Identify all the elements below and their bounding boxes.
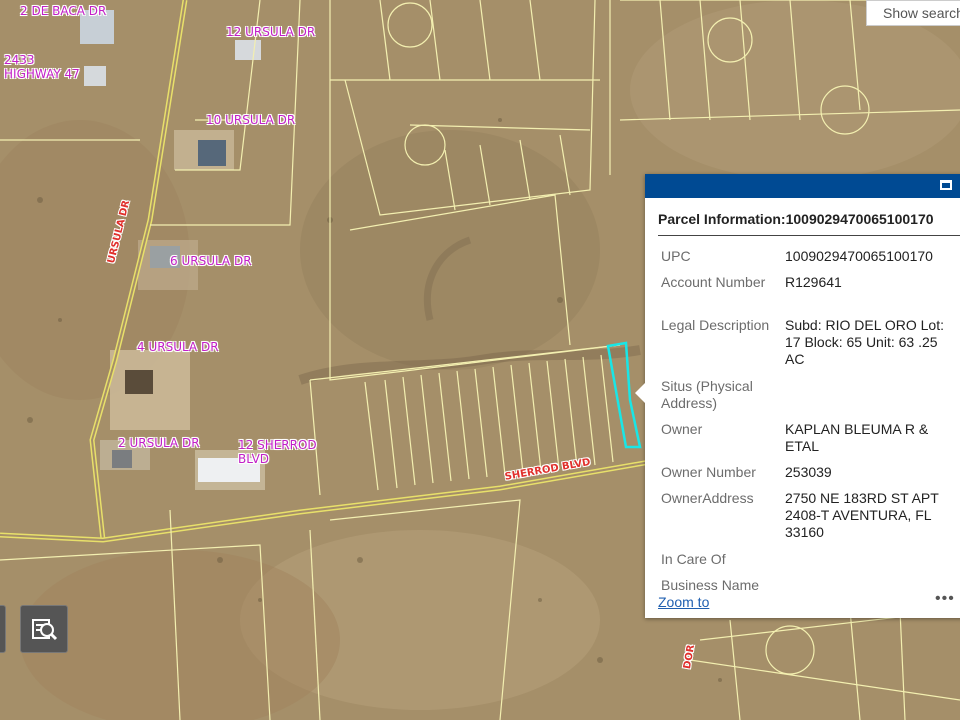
- more-options-icon[interactable]: •••: [935, 590, 955, 608]
- parcel-info-popup: Parcel Information:1009029470065100170 U…: [635, 174, 960, 618]
- attribute-label: Account Number: [661, 274, 766, 290]
- attribute-value: 253039: [785, 464, 832, 480]
- address-label: 12 SHERROD BLVD: [238, 438, 317, 466]
- popup-title: Parcel Information:1009029470065100170: [658, 211, 934, 227]
- maximize-icon[interactable]: [940, 180, 952, 190]
- address-label: 6 URSULA DR: [170, 254, 252, 268]
- popup-header: [645, 174, 960, 198]
- attribute-value: R129641: [785, 274, 842, 290]
- address-label: 4 URSULA DR: [137, 340, 219, 354]
- address-label: 10 URSULA DR: [206, 113, 296, 127]
- identify-magnifier-icon: [32, 619, 58, 641]
- attribute-label: In Care Of: [661, 551, 726, 567]
- zoom-to-link[interactable]: Zoom to: [658, 594, 709, 610]
- attribute-label: UPC: [661, 248, 691, 264]
- address-label: 12 URSULA DR: [226, 25, 316, 39]
- attribute-value: 2750 NE 183RD ST APT 2408-T AVENTURA, FL…: [785, 490, 939, 540]
- attribute-label: Legal Description: [661, 317, 770, 333]
- popup-pointer: [635, 382, 646, 404]
- attribute-label: OwnerAddress: [661, 490, 754, 506]
- attribute-value: Subd: RIO DEL ORO Lot: 17 Block: 65 Unit…: [785, 317, 944, 367]
- popup-divider: [658, 235, 960, 236]
- attribute-label: Owner: [661, 421, 703, 437]
- address-label: 2 URSULA DR: [118, 436, 200, 450]
- attribute-value: 1009029470065100170: [785, 248, 933, 264]
- attribute-label: Owner Number: [661, 464, 756, 480]
- address-label: 2 DE BACA DR: [20, 4, 107, 18]
- address-label: 2433 HIGHWAY 47: [4, 53, 80, 81]
- attribute-label: Business Name: [661, 577, 760, 593]
- identify-tool-button[interactable]: [20, 605, 68, 653]
- map-tool-button[interactable]: [0, 605, 6, 653]
- search-input[interactable]: Show search: [866, 0, 960, 26]
- attribute-value: KAPLAN BLEUMA R & ETAL: [785, 421, 929, 454]
- attribute-label: Situs (Physical Address): [661, 378, 753, 411]
